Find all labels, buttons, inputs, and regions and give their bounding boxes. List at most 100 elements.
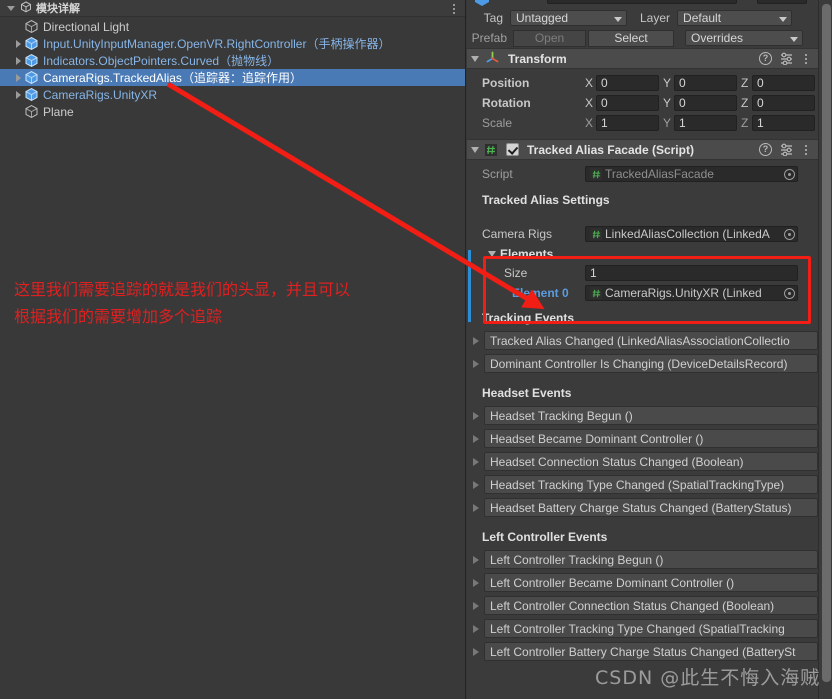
chevron-right-icon[interactable]: [473, 336, 479, 345]
chevron-right-icon[interactable]: [473, 555, 479, 564]
chevron-right-icon[interactable]: [12, 86, 24, 103]
gameobject-cube-icon: [24, 19, 39, 34]
transform-body: Position X 0 Y 0 Z 0 Rotation X 0 Y 0 Z 0 Scale X 1 Y 1 Z 1: [467, 69, 818, 139]
inspector-scrollbar[interactable]: [818, 0, 832, 699]
hierarchy-item-label: Indicators.ObjectPointers.Curved: [43, 53, 220, 68]
element-0-label[interactable]: Element 0: [482, 286, 585, 300]
element-0-row: Element 0 CameraRigs.UnityXR (Linked: [467, 283, 818, 303]
transform-scale-x-input[interactable]: 1: [596, 115, 659, 131]
left-controller-event-label-0[interactable]: Left Controller Tracking Begun (): [484, 550, 818, 569]
headset-events-header: Headset Events: [482, 386, 572, 400]
chevron-right-icon[interactable]: [473, 578, 479, 587]
headset-event-label-4[interactable]: Headset Battery Charge Status Changed (B…: [484, 498, 818, 517]
chevron-right-icon[interactable]: [473, 434, 479, 443]
chevron-down-icon: [614, 17, 622, 22]
tag-dropdown[interactable]: Untagged: [510, 10, 627, 26]
chevron-down-icon[interactable]: [471, 55, 479, 62]
tracking-event-label-0[interactable]: Tracked Alias Changed (LinkedAliasAssoci…: [484, 331, 818, 350]
inspector-scrollbar-thumb[interactable]: [822, 4, 831, 682]
prefab-select-button[interactable]: Select: [588, 29, 674, 47]
hierarchy-item-4[interactable]: CameraRigs.UnityXR: [0, 86, 465, 103]
chevron-down-icon[interactable]: [488, 250, 496, 257]
kebab-menu-icon[interactable]: [801, 143, 811, 156]
prefab-overrides-dropdown[interactable]: Overrides: [685, 30, 803, 46]
inspector-panel: Tag Untagged Layer Default Prefab Open S…: [467, 0, 832, 699]
prefab-open-button[interactable]: Open: [513, 29, 586, 47]
hierarchy-tab[interactable]: 模块详解: [5, 0, 86, 17]
chevron-right-icon[interactable]: [473, 647, 479, 656]
chevron-right-icon[interactable]: [12, 69, 24, 86]
tag-layer-row: Tag Untagged Layer Default: [467, 8, 818, 28]
prefab-overrides-label: Overrides: [691, 31, 744, 45]
size-input[interactable]: 1: [585, 265, 798, 281]
axis-group-x: X0: [585, 75, 659, 91]
tracked-alias-body: Script TrackedAliasFacade Tracked Alias …: [467, 160, 818, 669]
tracked-alias-title: Tracked Alias Facade (Script): [527, 142, 694, 157]
object-picker-icon[interactable]: [784, 288, 795, 299]
chevron-right-icon[interactable]: [473, 601, 479, 610]
object-name-field[interactable]: [547, 0, 737, 4]
layer-dropdown[interactable]: Default: [677, 10, 793, 26]
elements-foldout-row[interactable]: Elements: [467, 244, 818, 263]
headset-event-0: Headset Tracking Begun (): [467, 404, 818, 427]
transform-rotation-x-input[interactable]: 0: [596, 95, 659, 111]
transform-component-header[interactable]: Transform ?: [467, 48, 818, 69]
tag-label: Tag: [483, 11, 503, 25]
transform-rotation-z-input[interactable]: 0: [752, 95, 815, 111]
hierarchy-item-2[interactable]: Indicators.ObjectPointers.Curved （抛物线）: [0, 52, 465, 69]
transform-scale-y-input[interactable]: 1: [674, 115, 737, 131]
chevron-right-icon[interactable]: [12, 35, 24, 52]
transform-position-y-input[interactable]: 0: [674, 75, 737, 91]
object-picker-icon[interactable]: [784, 229, 795, 240]
help-icon[interactable]: ?: [759, 52, 772, 65]
transform-position-x-input[interactable]: 0: [596, 75, 659, 91]
transform-rotation-label: Rotation: [482, 96, 531, 110]
chevron-right-icon[interactable]: [473, 411, 479, 420]
hierarchy-item-label: CameraRigs.TrackedAlias: [43, 70, 182, 85]
preset-icon[interactable]: [780, 52, 793, 66]
axis-label-x: X: [585, 96, 594, 110]
static-checkbox-field[interactable]: [757, 0, 807, 4]
transform-position-z-input[interactable]: 0: [752, 75, 815, 91]
transform-scale-z-input[interactable]: 1: [752, 115, 815, 131]
chevron-right-icon[interactable]: [473, 480, 479, 489]
transform-rotation-y-input[interactable]: 0: [674, 95, 737, 111]
chevron-right-icon[interactable]: [473, 359, 479, 368]
foldout-spacer: [12, 103, 24, 120]
kebab-menu-icon[interactable]: [801, 52, 811, 65]
hierarchy-item-5[interactable]: Plane: [0, 103, 465, 120]
elements-label: Elements: [500, 246, 554, 261]
help-icon[interactable]: ?: [759, 143, 772, 156]
component-enabled-checkbox[interactable]: [506, 143, 519, 156]
script-object-field[interactable]: TrackedAliasFacade: [585, 166, 798, 182]
hierarchy-item-note: （追踪器：追踪作用）: [181, 71, 302, 85]
headset-event-label-3[interactable]: Headset Tracking Type Changed (SpatialTr…: [484, 475, 818, 494]
headset-event-label-2[interactable]: Headset Connection Status Changed (Boole…: [484, 452, 818, 471]
camera-rigs-value: LinkedAliasCollection (LinkedA: [605, 227, 770, 241]
element-0-object-field[interactable]: CameraRigs.UnityXR (Linked: [585, 285, 798, 301]
left-controller-event-label-3[interactable]: Left Controller Tracking Type Changed (S…: [484, 619, 818, 638]
chevron-right-icon[interactable]: [473, 457, 479, 466]
preset-icon[interactable]: [780, 143, 793, 157]
headset-event-label-0[interactable]: Headset Tracking Begun (): [484, 406, 818, 425]
kebab-menu-icon[interactable]: [449, 2, 459, 15]
hierarchy-item-3[interactable]: CameraRigs.TrackedAlias （追踪器：追踪作用）: [0, 69, 465, 86]
left-controller-event-label-4[interactable]: Left Controller Battery Charge Status Ch…: [484, 642, 818, 661]
hierarchy-item-1[interactable]: Input.UnityInputManager.OpenVR.RightCont…: [0, 35, 465, 52]
object-picker-icon[interactable]: [784, 169, 795, 180]
left-controller-events-list: Left Controller Tracking Begun () Left Co…: [467, 548, 818, 663]
left-controller-event-label-2[interactable]: Left Controller Connection Status Change…: [484, 596, 818, 615]
chevron-right-icon[interactable]: [473, 503, 479, 512]
chevron-down-icon[interactable]: [471, 146, 479, 153]
axis-label-x: X: [585, 116, 594, 130]
tracked-alias-facade-header[interactable]: Tracked Alias Facade (Script) ?: [467, 139, 818, 160]
left-controller-event-label-1[interactable]: Left Controller Became Dominant Controll…: [484, 573, 818, 592]
axis-label-z: Z: [741, 96, 749, 110]
camera-rigs-object-field[interactable]: LinkedAliasCollection (LinkedA: [585, 226, 798, 242]
headset-event-label-1[interactable]: Headset Became Dominant Controller (): [484, 429, 818, 448]
chevron-right-icon[interactable]: [12, 52, 24, 69]
tracking-event-label-1[interactable]: Dominant Controller Is Changing (DeviceD…: [484, 354, 818, 373]
hierarchy-item-0[interactable]: Directional Light: [0, 18, 465, 35]
chevron-right-icon[interactable]: [473, 624, 479, 633]
transform-row-scale: Scale X 1 Y 1 Z 1: [467, 113, 818, 133]
